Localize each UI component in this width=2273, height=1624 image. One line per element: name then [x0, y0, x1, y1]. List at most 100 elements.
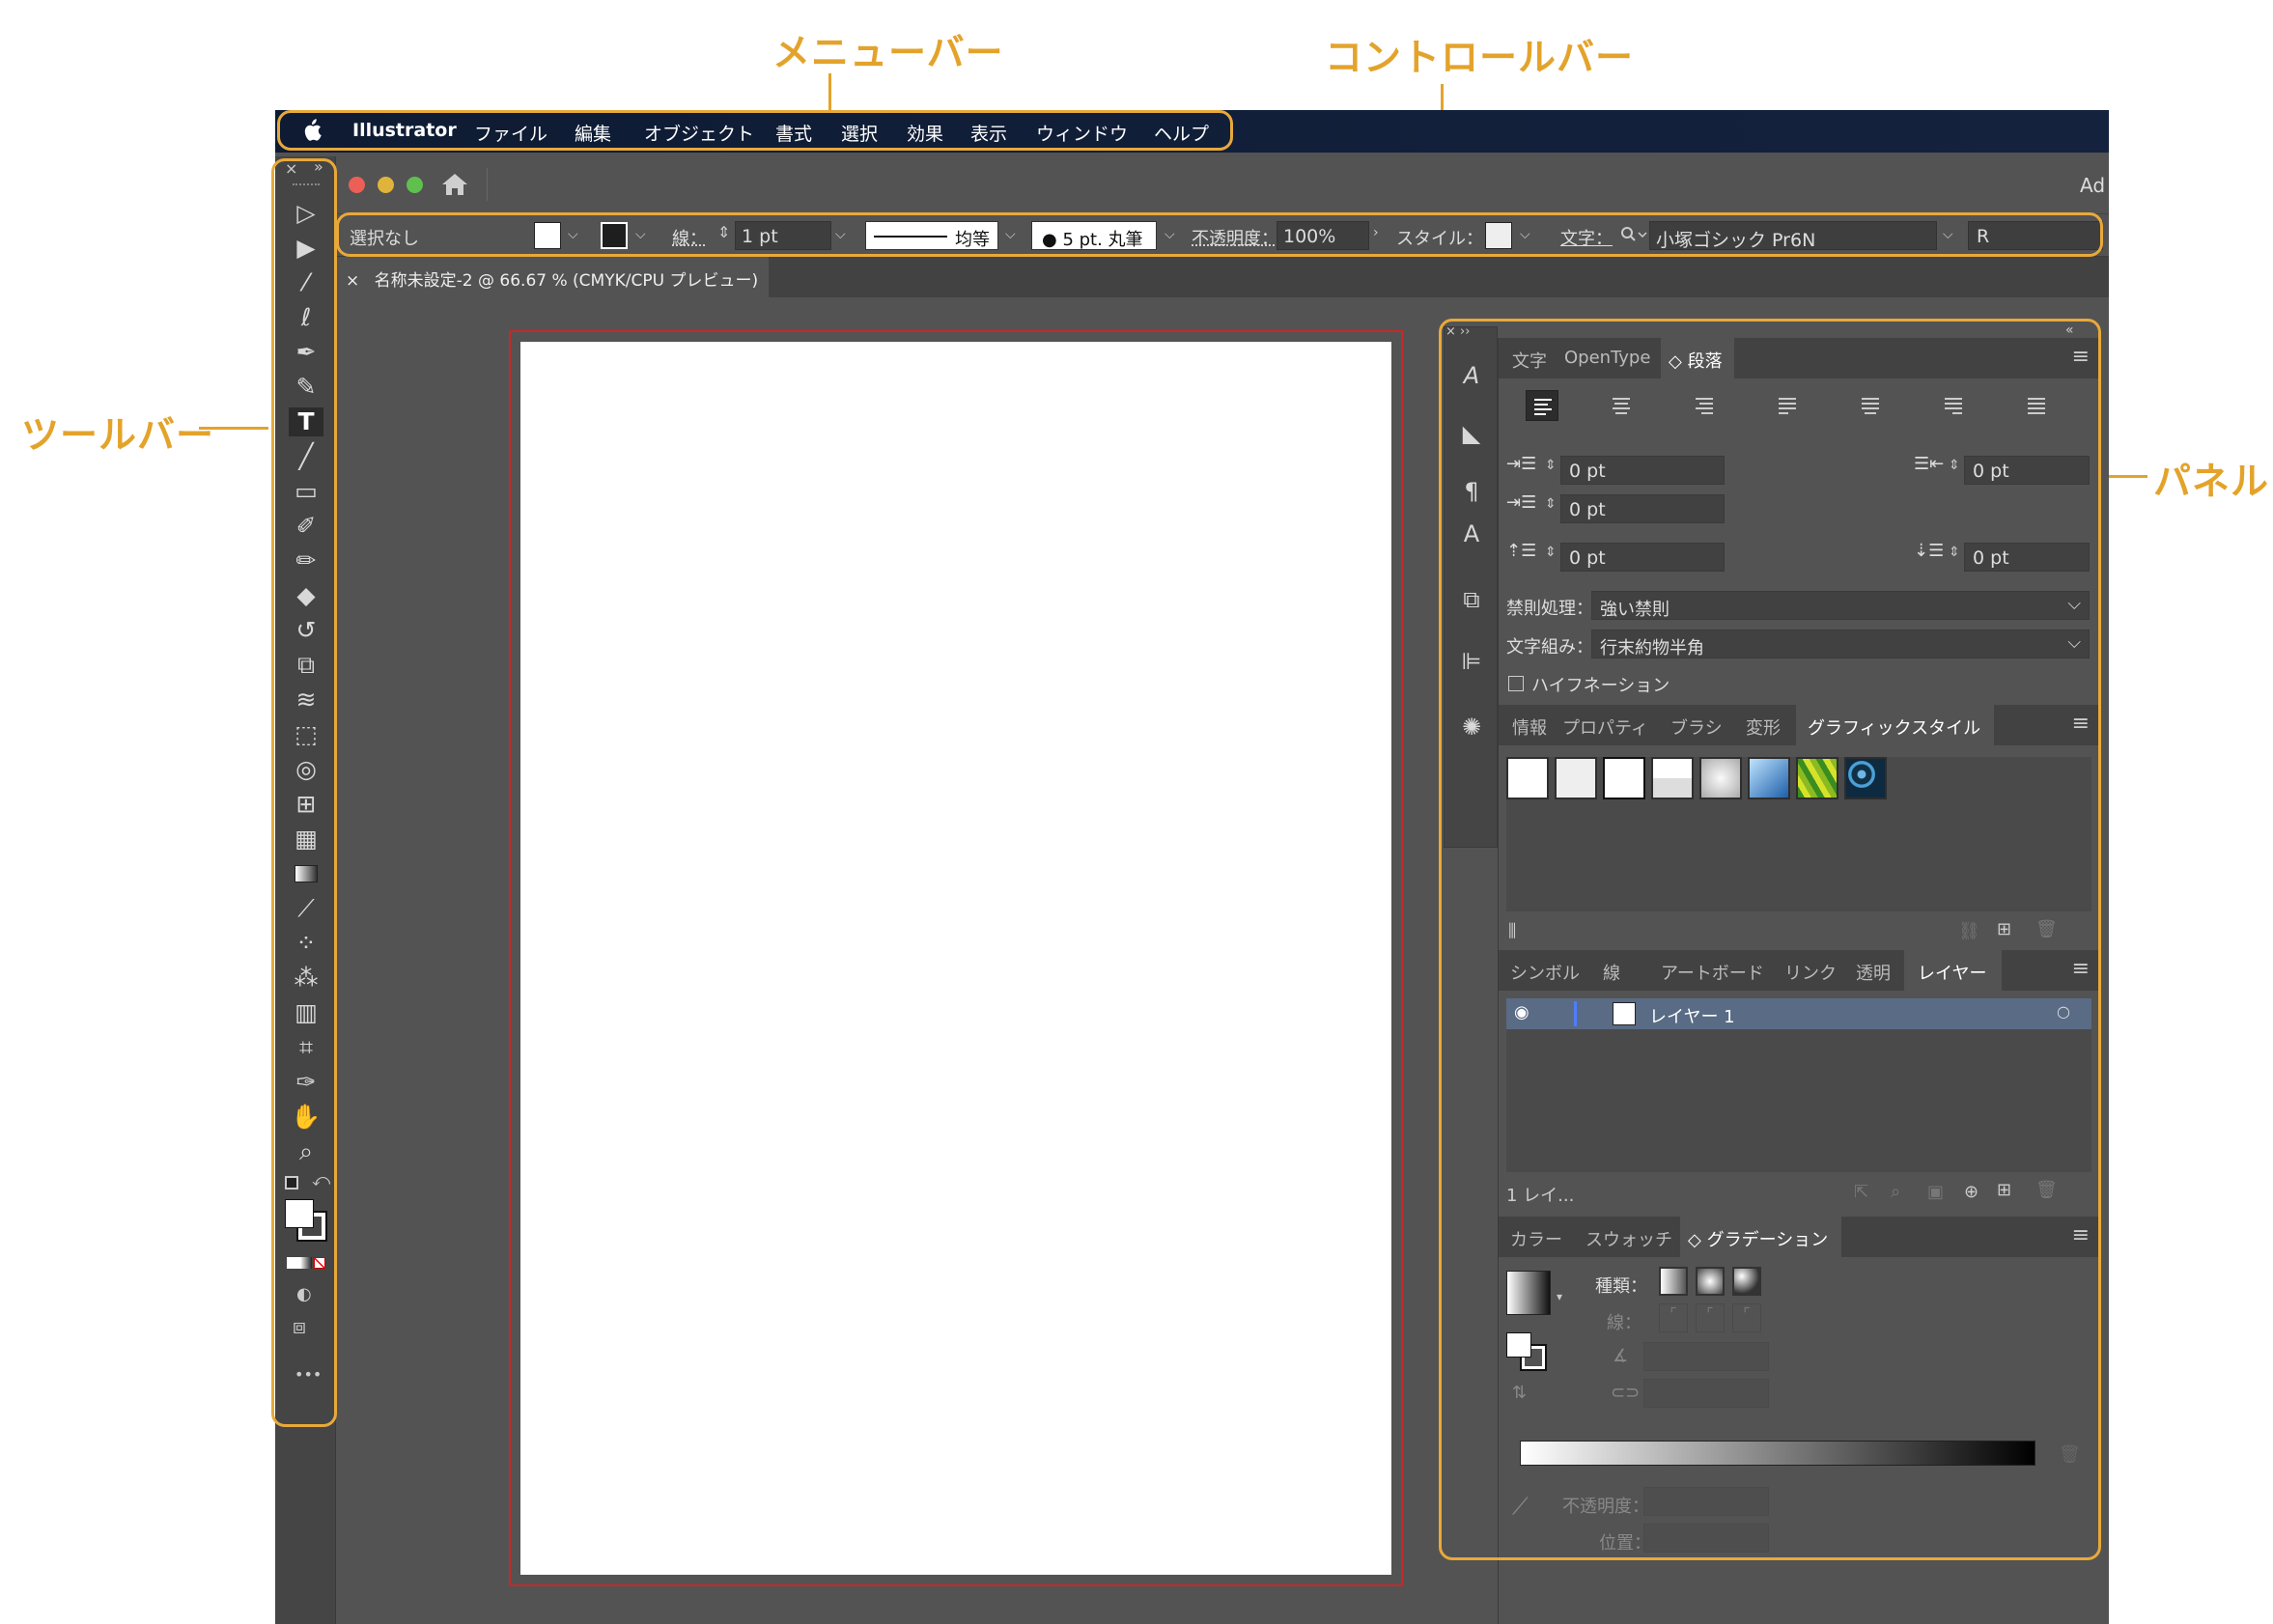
graphic-style-menu-icon[interactable]: ≡	[2072, 712, 2090, 736]
align-right-icon[interactable]	[1688, 390, 1721, 421]
paintbrush-tool-icon[interactable]: ✐	[289, 512, 323, 541]
tab-brushes[interactable]: ブラシ	[1670, 705, 1723, 745]
panel-collapse-icon[interactable]: «	[2065, 322, 2074, 338]
stroke-weight-field[interactable]: 1 pt	[735, 221, 831, 250]
stroke-weight-dropdown-icon[interactable]: ⌵	[835, 227, 846, 242]
tab-properties[interactable]: プロパティ	[1562, 705, 1648, 745]
menu-item-type[interactable]: 書式	[775, 120, 812, 146]
stroke-profile-select[interactable]: 均等	[865, 221, 998, 250]
opacity-expand-icon[interactable]: ›	[1373, 225, 1379, 240]
rectangle-tool-icon[interactable]: ▭	[289, 477, 323, 506]
tab-gradient[interactable]: ◇ グラデーション	[1680, 1217, 1842, 1257]
linear-gradient-button[interactable]	[1659, 1267, 1688, 1296]
close-window-button[interactable]	[349, 177, 365, 193]
magic-wand-tool-icon[interactable]: ⁄	[289, 268, 323, 297]
fill-dropdown-icon[interactable]: ⌵	[568, 227, 578, 242]
gradient-fill-box[interactable]	[1506, 1332, 1531, 1358]
align-left-button[interactable]	[1526, 390, 1558, 421]
justify-right-icon[interactable]	[1937, 390, 1970, 421]
toolbar-close-icon[interactable]: ×	[285, 159, 297, 178]
break-link-icon[interactable]: ⛓	[1958, 921, 1980, 941]
paragraph-panel-menu-icon[interactable]: ≡	[2072, 345, 2090, 369]
zoom-tool-icon[interactable]: ⌕	[289, 1137, 323, 1166]
graphic-style-green-pattern[interactable]	[1796, 757, 1838, 799]
scale-tool-icon[interactable]: ⧉	[289, 651, 323, 680]
gradient-slider-bar[interactable]	[1520, 1441, 2035, 1466]
gradient-panel-menu-icon[interactable]: ≡	[2072, 1223, 2090, 1247]
font-family-dropdown-icon[interactable]: ⌵	[1943, 227, 1953, 242]
style-dropdown-icon[interactable]: ⌵	[1520, 227, 1530, 242]
space-before-field[interactable]: 0 pt	[1560, 543, 1725, 572]
delete-style-icon[interactable]: 🗑	[2035, 919, 2058, 939]
align-icon[interactable]: ⊫	[1458, 648, 1485, 677]
stroke-stepper-icon[interactable]: ⇕	[717, 223, 730, 241]
tab-paragraph[interactable]: ◇ 段落	[1661, 338, 1734, 378]
first-line-stepper-icon[interactable]: ⇕	[1545, 496, 1557, 512]
reverse-gradient-icon[interactable]: ⇅	[1512, 1383, 1527, 1403]
hyphenation-checkbox[interactable]	[1508, 676, 1524, 691]
layer-row[interactable]: ◉ レイヤー 1 ○	[1506, 998, 2091, 1029]
graphic-style-none[interactable]	[1555, 757, 1597, 799]
menu-item-window[interactable]: ウィンドウ	[1036, 120, 1128, 146]
gradient-mode-icon[interactable]	[300, 1257, 312, 1269]
gradient-eyedropper-icon[interactable]: ⟋	[1512, 1493, 1529, 1520]
menu-item-effect[interactable]: 効果	[907, 120, 943, 146]
blend-tool-icon[interactable]: ⁘	[289, 929, 323, 958]
brush-select[interactable]: ● 5 pt. 丸筆	[1031, 221, 1157, 250]
font-search-icon[interactable]	[1620, 226, 1649, 245]
tab-opentype[interactable]: OpenType	[1564, 338, 1650, 378]
eyedropper-tool-icon[interactable]: ⟋	[289, 894, 323, 923]
fill-indicator[interactable]	[285, 1199, 314, 1228]
new-sublayer-icon[interactable]: ⊕	[1964, 1182, 1978, 1202]
tab-stroke[interactable]: 線	[1603, 950, 1620, 991]
kinsoku-select[interactable]: 強い禁則 ⌵	[1591, 591, 2090, 620]
tab-close-icon[interactable]: ×	[346, 271, 359, 291]
hand-tool-icon[interactable]: ✋	[289, 1103, 323, 1132]
tab-links[interactable]: リンク	[1784, 950, 1837, 991]
tab-graphic-styles[interactable]: グラフィックスタイル	[1796, 705, 1995, 745]
tab-transform[interactable]: 変形	[1746, 705, 1781, 745]
stroke-profile-dropdown-icon[interactable]: ⌵	[1005, 227, 1016, 242]
style-library-icon[interactable]: ⫼	[1508, 921, 1516, 941]
locate-object-icon[interactable]: ⌕	[1891, 1182, 1900, 1202]
tab-swatches[interactable]: スウォッチ	[1585, 1217, 1672, 1257]
minimize-window-button[interactable]	[378, 177, 394, 193]
menu-item-view[interactable]: 表示	[970, 120, 1007, 146]
menu-item-object[interactable]: オブジェクト	[644, 120, 754, 146]
apple-icon[interactable]	[302, 119, 322, 142]
menu-app-name[interactable]: Illustrator	[352, 120, 457, 141]
color-mode-icon[interactable]	[287, 1257, 300, 1269]
graphic-style-split[interactable]	[1651, 757, 1694, 799]
graphic-style-shadow[interactable]	[1699, 757, 1742, 799]
font-family-field[interactable]: 小塚ゴシック Pr6N	[1649, 221, 1937, 251]
left-indent-stepper-icon[interactable]: ⇕	[1545, 458, 1557, 473]
more-tools-icon[interactable]: •••	[295, 1365, 322, 1384]
lasso-tool-icon[interactable]: ℓ	[289, 303, 323, 332]
right-indent-stepper-icon[interactable]: ⇕	[1949, 458, 1960, 473]
tab-character[interactable]: 文字	[1512, 338, 1547, 378]
graphic-style-blue-swirl[interactable]	[1844, 757, 1887, 799]
export-layer-icon[interactable]: ⇱	[1854, 1182, 1868, 1202]
first-line-indent-field[interactable]: 0 pt	[1560, 494, 1725, 523]
eraser-tool-icon[interactable]: ◆	[289, 581, 323, 610]
graphic-style-blue[interactable]	[1748, 757, 1790, 799]
column-graph-tool-icon[interactable]: ▥	[289, 998, 323, 1027]
space-after-field[interactable]: 0 pt	[1964, 543, 2090, 572]
align-center-icon[interactable]	[1605, 390, 1638, 421]
type-tool-icon[interactable]: T	[289, 407, 323, 436]
character-label[interactable]: 文字：	[1560, 225, 1613, 250]
menu-item-edit[interactable]: 編集	[575, 120, 611, 146]
pen-tool-icon[interactable]: ✒	[289, 338, 323, 367]
screen-mode-icon[interactable]: ⧈	[293, 1315, 306, 1339]
none-mode-icon[interactable]	[314, 1257, 325, 1269]
shape-panel-icon[interactable]: ◣	[1458, 420, 1485, 449]
graphic-style-white-box[interactable]	[1603, 757, 1645, 799]
right-indent-field[interactable]: 0 pt	[1964, 456, 2090, 485]
clipping-mask-icon[interactable]: ▣	[1927, 1182, 1944, 1202]
tab-layers[interactable]: レイヤー	[1904, 950, 2003, 991]
space-before-stepper-icon[interactable]: ⇕	[1545, 545, 1557, 560]
menu-item-file[interactable]: ファイル	[474, 120, 547, 146]
graphic-style-default[interactable]	[1506, 757, 1549, 799]
swap-colors-icon[interactable]: ⤺	[312, 1170, 330, 1190]
pathfinder-icon[interactable]: ⧉	[1458, 586, 1485, 615]
